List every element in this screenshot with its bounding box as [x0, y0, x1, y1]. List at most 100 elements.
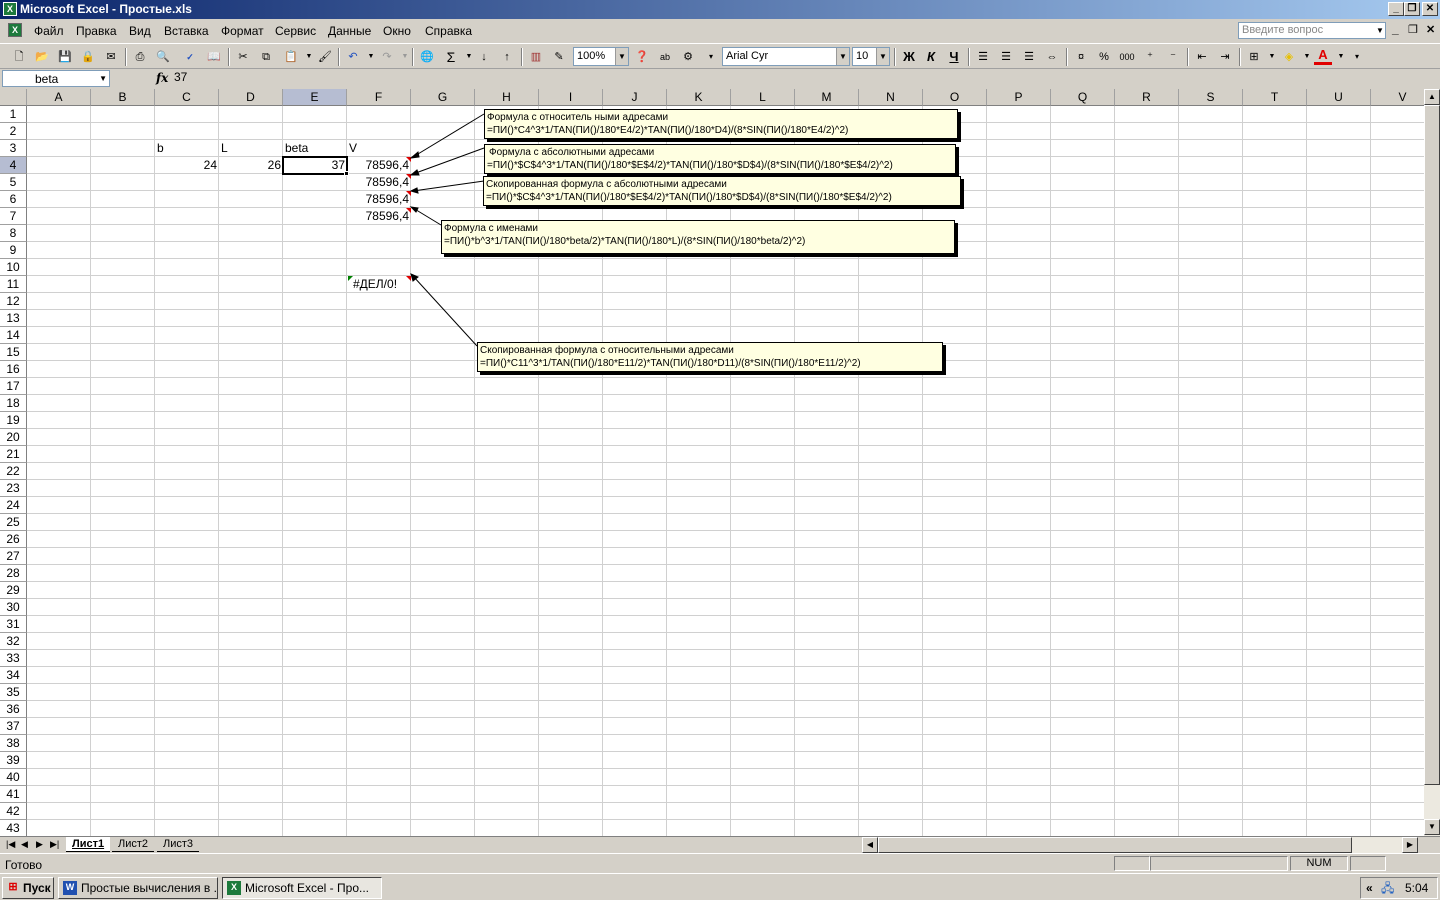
- row-header-43[interactable]: 43: [0, 820, 27, 836]
- taskbar-excel-button[interactable]: X Microsoft Excel - Про...: [222, 877, 382, 899]
- row-header-24[interactable]: 24: [0, 497, 27, 514]
- comment-indicator[interactable]: [406, 276, 411, 281]
- menu-window[interactable]: Окно: [383, 24, 411, 38]
- print-icon[interactable]: ⎙: [131, 48, 149, 66]
- email-icon[interactable]: ✉: [102, 48, 120, 66]
- cell-f4[interactable]: 78596,4: [347, 157, 411, 174]
- ask-question-input[interactable]: Введите вопрос: [1238, 22, 1386, 39]
- row-header-25[interactable]: 25: [0, 514, 27, 531]
- currency-icon[interactable]: ¤: [1072, 48, 1090, 66]
- row-header-40[interactable]: 40: [0, 769, 27, 786]
- cell-d4[interactable]: 26: [219, 157, 283, 174]
- open-icon[interactable]: 📂: [33, 48, 51, 66]
- row-header-19[interactable]: 19: [0, 412, 27, 429]
- merge-center-icon[interactable]: ⇔: [1043, 48, 1061, 66]
- horizontal-scrollbar[interactable]: ◀ ▶: [862, 837, 1418, 853]
- cell-e3[interactable]: beta: [283, 140, 347, 157]
- align-right-icon[interactable]: ☰: [1020, 48, 1038, 66]
- column-header-k[interactable]: K: [667, 89, 731, 106]
- formula-input[interactable]: 37: [174, 70, 187, 84]
- menu-view[interactable]: Вид: [129, 24, 151, 38]
- row-header-13[interactable]: 13: [0, 310, 27, 327]
- thousands-button[interactable]: 000: [1118, 48, 1136, 66]
- increase-decimal-icon[interactable]: ⁺: [1141, 48, 1159, 66]
- menu-insert[interactable]: Вставка: [164, 24, 209, 38]
- column-header-i[interactable]: I: [539, 89, 603, 106]
- sheet-tab-2[interactable]: Лист2: [112, 837, 155, 852]
- menu-tools[interactable]: Сервис: [275, 24, 316, 38]
- row-header-9[interactable]: 9: [0, 242, 27, 259]
- research-icon[interactable]: 📖: [205, 48, 223, 66]
- row-header-20[interactable]: 20: [0, 429, 27, 446]
- sort-ascending-icon[interactable]: ↓: [475, 48, 493, 66]
- chart-wizard-icon[interactable]: ▥: [527, 48, 545, 66]
- column-header-t[interactable]: T: [1243, 89, 1307, 106]
- minimize-button[interactable]: _: [1388, 2, 1404, 16]
- start-button[interactable]: ⊞ Пуск: [2, 877, 54, 899]
- bold-button[interactable]: Ж: [900, 48, 918, 66]
- spelling-icon[interactable]: ✓: [181, 48, 199, 66]
- paste-icon[interactable]: 📋: [282, 48, 300, 66]
- row-header-27[interactable]: 27: [0, 548, 27, 565]
- row-header-37[interactable]: 37: [0, 718, 27, 735]
- copy-icon[interactable]: ⧉: [257, 48, 275, 66]
- decrease-decimal-icon[interactable]: ⁻: [1164, 48, 1182, 66]
- first-sheet-button[interactable]: |◀: [6, 839, 15, 850]
- scroll-down-button[interactable]: ▼: [1424, 819, 1440, 835]
- align-left-icon[interactable]: ☰: [974, 48, 992, 66]
- network-icon[interactable]: 🖧: [1381, 878, 1394, 898]
- column-header-s[interactable]: S: [1179, 89, 1243, 106]
- row-header-12[interactable]: 12: [0, 293, 27, 310]
- row-header-3[interactable]: 3: [0, 140, 27, 157]
- row-header-6[interactable]: 6: [0, 191, 27, 208]
- save-icon[interactable]: 💾: [56, 48, 74, 66]
- fill-handle[interactable]: [344, 171, 349, 176]
- last-sheet-button[interactable]: ▶|: [50, 839, 59, 850]
- column-header-n[interactable]: N: [859, 89, 923, 106]
- row-header-34[interactable]: 34: [0, 667, 27, 684]
- toolbar-options-icon[interactable]: ▾: [702, 48, 720, 66]
- comment-box[interactable]: Скопированная формула с относительными а…: [477, 342, 943, 372]
- row-header-16[interactable]: 16: [0, 361, 27, 378]
- scroll-left-button[interactable]: ◀: [862, 837, 878, 853]
- menu-file[interactable]: Файл: [34, 24, 64, 38]
- autosum-icon[interactable]: Σ: [442, 48, 460, 66]
- row-header-30[interactable]: 30: [0, 599, 27, 616]
- row-header-26[interactable]: 26: [0, 531, 27, 548]
- chevron-down-icon[interactable]: ▼: [615, 48, 628, 65]
- comment-indicator[interactable]: [406, 174, 411, 179]
- row-header-36[interactable]: 36: [0, 701, 27, 718]
- row-header-42[interactable]: 42: [0, 803, 27, 820]
- underline-button[interactable]: Ч: [945, 48, 963, 66]
- cell-area[interactable]: b L beta V 24 26 37 78596,4 78596,4 7859…: [27, 106, 1424, 836]
- insert-function-icon[interactable]: fx: [156, 71, 168, 85]
- comment-box[interactable]: Формула с относитель ными адресами =ПИ()…: [484, 109, 958, 139]
- cell-c3[interactable]: b: [155, 140, 219, 157]
- font-size-select[interactable]: 10 ▼: [852, 47, 890, 66]
- row-header-39[interactable]: 39: [0, 752, 27, 769]
- zoom-select[interactable]: 100% ▼: [573, 47, 629, 66]
- row-header-11[interactable]: 11: [0, 276, 27, 293]
- row-header-18[interactable]: 18: [0, 395, 27, 412]
- sheet-tab-3[interactable]: Лист3: [157, 837, 200, 852]
- column-header-r[interactable]: R: [1115, 89, 1179, 106]
- column-header-a[interactable]: A: [27, 89, 91, 106]
- column-header-b[interactable]: B: [91, 89, 155, 106]
- column-header-c[interactable]: C: [155, 89, 219, 106]
- format-painter-icon[interactable]: 🖌: [316, 48, 334, 66]
- help-icon[interactable]: ❓: [633, 48, 651, 66]
- cell-f5[interactable]: 78596,4: [347, 174, 411, 191]
- row-header-10[interactable]: 10: [0, 259, 27, 276]
- row-header-5[interactable]: 5: [0, 174, 27, 191]
- row-header-31[interactable]: 31: [0, 616, 27, 633]
- drawing-icon[interactable]: ✎: [550, 48, 568, 66]
- row-header-23[interactable]: 23: [0, 480, 27, 497]
- row-header-21[interactable]: 21: [0, 446, 27, 463]
- doc-restore-button[interactable]: ❐: [1408, 23, 1418, 36]
- column-header-g[interactable]: G: [411, 89, 475, 106]
- row-header-15[interactable]: 15: [0, 344, 27, 361]
- row-header-7[interactable]: 7: [0, 208, 27, 225]
- column-header-d[interactable]: D: [219, 89, 283, 106]
- cut-icon[interactable]: ✂: [234, 48, 252, 66]
- sort-descending-icon[interactable]: ↑: [498, 48, 516, 66]
